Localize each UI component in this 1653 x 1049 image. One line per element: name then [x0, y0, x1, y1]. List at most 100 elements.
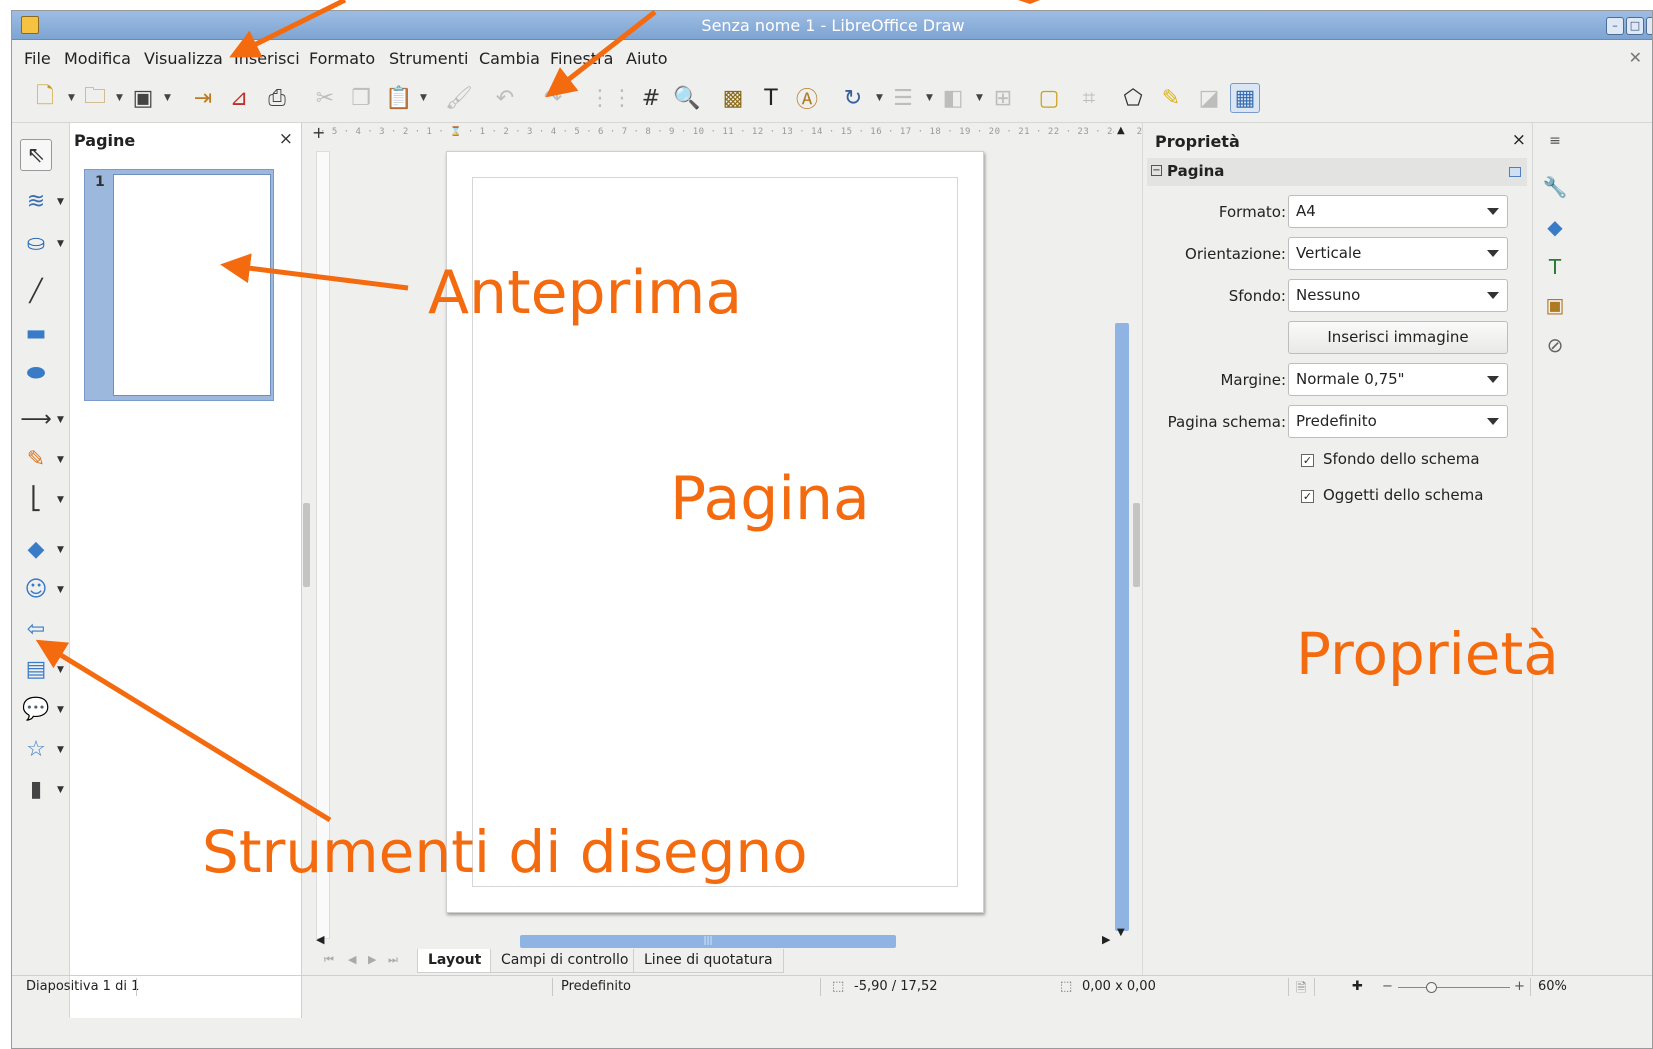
collapse-icon[interactable]: −	[1151, 165, 1162, 176]
line-color-icon[interactable]: ≋	[20, 185, 52, 217]
prev-tab-icon[interactable]: ◀	[348, 953, 356, 966]
arrange-icon[interactable]: ◧	[938, 83, 968, 113]
chevron-down-icon[interactable]: ▼	[57, 665, 64, 675]
scroll-up-icon[interactable]: ▲	[1117, 125, 1125, 136]
distribute-icon[interactable]: ⊞	[988, 83, 1018, 113]
arrow-line-icon[interactable]: ⟶	[20, 403, 52, 435]
align-icon[interactable]: ☰	[888, 83, 918, 113]
splitter-grip[interactable]	[303, 503, 310, 587]
chevron-down-icon[interactable]: ▼	[57, 705, 64, 715]
scroll-down-icon[interactable]: ▼	[1117, 927, 1125, 938]
paste-icon[interactable]: 📋	[384, 83, 414, 113]
open-folder-icon[interactable]: 🗀	[80, 83, 110, 113]
toggle-sidebar-icon[interactable]: ▦	[1230, 83, 1260, 113]
page-thumbnail[interactable]: 1	[84, 169, 274, 401]
shapes-icon[interactable]: ◆	[1541, 213, 1569, 241]
menu-aiuto[interactable]: Aiuto	[626, 49, 668, 68]
menu-cambia[interactable]: Cambia	[479, 49, 540, 68]
chevron-down-icon[interactable]: ▼	[57, 585, 64, 595]
chevron-down-icon[interactable]: ▼	[926, 93, 933, 103]
format-select[interactable]: A4	[1288, 195, 1508, 228]
curve-pencil-icon[interactable]: ✎	[20, 443, 52, 475]
scroll-right-icon[interactable]: ▶	[1102, 933, 1110, 946]
chevron-down-icon[interactable]: ▼	[57, 785, 64, 795]
connector-icon[interactable]: ⎣	[20, 483, 52, 515]
points-icon[interactable]: ⬠	[1118, 83, 1148, 113]
chevron-down-icon[interactable]: ▼	[57, 455, 64, 465]
properties-wrench-icon[interactable]: 🔧	[1541, 173, 1569, 201]
chevron-down-icon[interactable]: ▼	[57, 197, 64, 207]
select-arrow-icon[interactable]: ⇖	[20, 139, 52, 171]
chevron-down-icon[interactable]: ▼	[57, 239, 64, 249]
crop-icon[interactable]: ⌗	[1074, 83, 1104, 113]
last-tab-icon[interactable]: ⏭	[388, 953, 398, 967]
chevron-down-icon[interactable]: ▼	[164, 93, 171, 103]
cut-icon[interactable]: ✂	[310, 83, 340, 113]
tab-layout[interactable]: Layout	[417, 949, 493, 973]
navigator-icon[interactable]: ⊘	[1541, 331, 1569, 359]
save-icon[interactable]: ▣	[128, 83, 158, 113]
chevron-down-icon[interactable]: ▼	[57, 495, 64, 505]
close-icon[interactable]: ×	[279, 129, 293, 149]
fill-color-icon[interactable]: ⛀	[20, 227, 52, 259]
gallery-icon[interactable]: ▣	[1541, 291, 1569, 319]
styles-icon[interactable]: T	[1541, 253, 1569, 281]
menu-formato[interactable]: Formato	[309, 49, 375, 68]
zoom-pan-icon[interactable]: 🔍	[672, 83, 702, 113]
page-section-header[interactable]: − Pagina	[1147, 158, 1527, 186]
minimize-icon[interactable]: –	[1606, 17, 1624, 35]
more-options-icon[interactable]	[1509, 167, 1521, 177]
horizontal-scrollbar[interactable]: ◀ ||| ▶	[312, 933, 1114, 949]
copy-icon[interactable]: ❐	[346, 83, 376, 113]
grid-icon[interactable]: ⋮⋮	[589, 83, 633, 113]
clone-formatting-icon[interactable]: 🖌	[444, 83, 474, 113]
chevron-down-icon[interactable]: ▼	[57, 415, 64, 425]
symbol-shapes-icon[interactable]: ☺	[20, 573, 52, 605]
shadow-icon[interactable]: ▢	[1034, 83, 1064, 113]
helplines-icon[interactable]: #	[636, 83, 666, 113]
zoom-in-icon[interactable]: +	[1514, 979, 1525, 994]
chevron-down-icon[interactable]: ▼	[57, 745, 64, 755]
line-icon[interactable]: ╱	[20, 275, 52, 307]
chevron-down-icon[interactable]: ▼	[116, 93, 123, 103]
chevron-down-icon[interactable]: ▼	[68, 93, 75, 103]
rotate-icon[interactable]: ↻	[838, 83, 868, 113]
stars-icon[interactable]: ☆	[20, 733, 52, 765]
ellipse-icon[interactable]: ⬬	[20, 357, 52, 389]
master-objects-checkbox[interactable]: ✓	[1301, 490, 1314, 503]
horizontal-ruler[interactable]: + · 5 · 4 · 3 · 2 · 1 · ⌛ · 1 · 2 · 3 · …	[312, 123, 1142, 145]
fit-page-icon[interactable]: ✚	[1352, 979, 1363, 994]
sidebar-menu-icon[interactable]: ≡	[1541, 127, 1569, 155]
chevron-down-icon[interactable]: ▼	[876, 93, 883, 103]
next-tab-icon[interactable]: ▶	[368, 953, 376, 966]
chevron-down-icon[interactable]: ▼	[976, 93, 983, 103]
tab-linee-di-quotatura[interactable]: Linee di quotatura	[633, 949, 784, 973]
zoom-slider-handle[interactable]	[1426, 982, 1437, 993]
splitter-grip[interactable]	[1133, 503, 1140, 587]
flowchart-icon[interactable]: ▤	[20, 653, 52, 685]
insert-image-button[interactable]: Inserisci immagine	[1288, 321, 1508, 354]
extrusion-icon[interactable]: ◪	[1194, 83, 1224, 113]
print-icon[interactable]: ⎙	[262, 83, 292, 113]
zoom-level[interactable]: 60%	[1538, 979, 1567, 994]
sidebar-splitter[interactable]	[1130, 123, 1142, 975]
menu-modifica[interactable]: Modifica	[64, 49, 131, 68]
glue-points-icon[interactable]: ✎	[1156, 83, 1186, 113]
close-document-icon[interactable]: ✕	[1629, 48, 1642, 67]
insert-image-icon[interactable]: ▩	[718, 83, 748, 113]
close-window-icon[interactable]: ×	[1646, 17, 1652, 35]
first-tab-icon[interactable]: ⏮	[324, 953, 334, 967]
maximize-icon[interactable]: □	[1626, 17, 1644, 35]
insert-textbox-icon[interactable]: T	[756, 83, 786, 113]
master-background-checkbox[interactable]: ✓	[1301, 454, 1314, 467]
3d-objects-icon[interactable]: ▮	[20, 773, 52, 805]
vertical-scrollbar[interactable]: ▲ ▼	[1114, 123, 1130, 943]
redo-icon[interactable]: ↷	[538, 83, 568, 113]
fontwork-icon[interactable]: Ⓐ	[792, 83, 822, 113]
rectangle-icon[interactable]: ▬	[20, 317, 52, 349]
horizontal-scroll-thumb[interactable]: |||	[520, 935, 896, 948]
undo-icon[interactable]: ↶	[490, 83, 520, 113]
chevron-down-icon[interactable]: ▼	[420, 93, 427, 103]
zoom-slider-track[interactable]	[1398, 987, 1510, 988]
callouts-icon[interactable]: 💬	[20, 693, 52, 725]
